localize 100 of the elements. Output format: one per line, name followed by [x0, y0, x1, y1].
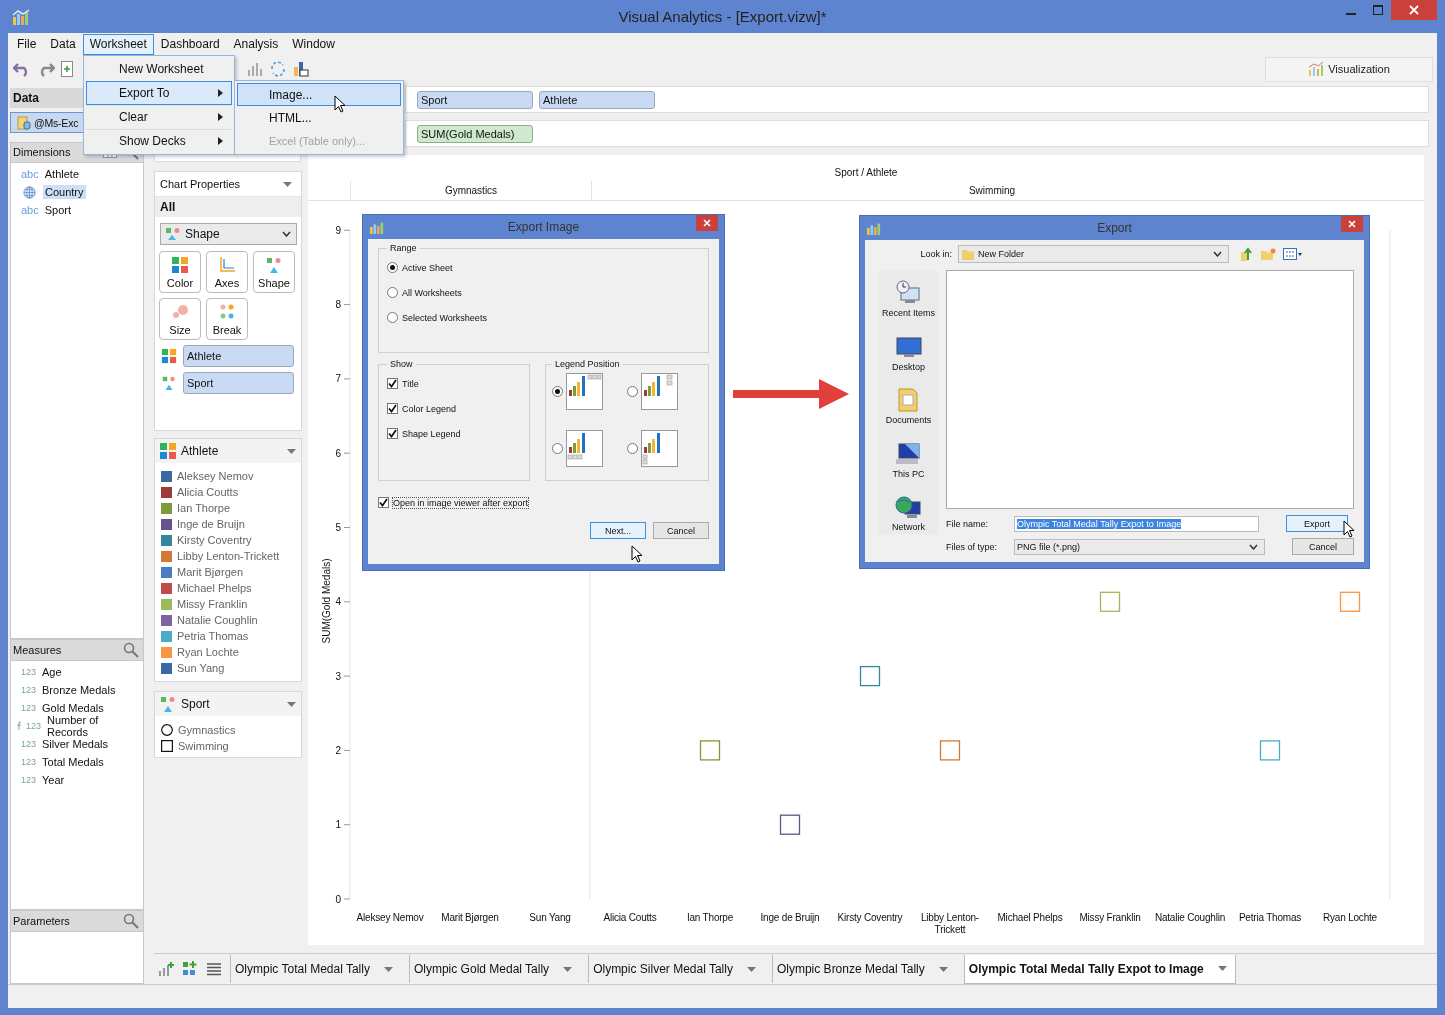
rows-shelf[interactable]: SUM(Gold Medals) — [405, 120, 1429, 147]
field-name[interactable]: Athlete — [42, 167, 81, 182]
radio-label: All Worksheets — [402, 287, 462, 298]
app-icon — [12, 8, 30, 25]
folder-dropdown[interactable]: New Folder — [958, 245, 1229, 263]
field-name[interactable]: Age — [40, 665, 64, 680]
pane-header: Swimming — [591, 181, 1392, 200]
chart-export-icon[interactable] — [293, 61, 309, 77]
legend-label: Missy Franklin — [177, 598, 248, 610]
shapes-icon — [265, 255, 283, 274]
file-type-dropdown[interactable]: PNG file (*.png) — [1014, 538, 1265, 555]
field-type-label: 123 — [21, 775, 37, 786]
new-folder-icon[interactable] — [1261, 247, 1277, 261]
menu-item[interactable]: Data — [43, 33, 83, 55]
field-name[interactable]: Number of Records — [44, 713, 143, 740]
menu-item[interactable]: Analysis — [226, 33, 286, 55]
y-tick — [343, 675, 351, 677]
checkbox[interactable] — [387, 378, 398, 389]
property-button[interactable]: Color — [159, 251, 201, 293]
menu-item[interactable]: Dashboard — [153, 33, 227, 55]
x-axis-label: Kirsty Coventry — [836, 911, 904, 925]
place-shortcut[interactable]: Desktop — [892, 333, 925, 374]
mouse-pointer-icon — [334, 95, 346, 113]
property-button[interactable]: Break — [206, 298, 248, 340]
close-button[interactable] — [1341, 216, 1363, 232]
field-name[interactable]: Bronze Medals — [40, 683, 118, 698]
list-icon[interactable] — [206, 962, 222, 976]
field-name[interactable]: Silver Medals — [40, 737, 111, 752]
menu-item[interactable]: File — [10, 33, 44, 55]
folder-up-icon[interactable] — [1241, 247, 1255, 261]
x-axis-label: Marit Bjørgen — [440, 911, 500, 925]
radio-button[interactable] — [387, 312, 398, 323]
mark-type-dropdown[interactable]: Shape — [160, 223, 297, 245]
field-pill[interactable]: Athlete — [539, 90, 655, 109]
dropdown-arrow-icon[interactable] — [287, 701, 296, 707]
checkbox[interactable] — [387, 428, 398, 439]
bar-chart-icon[interactable] — [247, 61, 263, 77]
field-name[interactable]: Sport — [42, 203, 74, 218]
place-shortcut[interactable]: Network — [892, 494, 925, 534]
dialog-button[interactable]: Next... — [590, 522, 646, 539]
search-icon[interactable] — [123, 912, 139, 929]
field-name[interactable]: Country — [43, 185, 86, 200]
menu-item[interactable]: Image... — [237, 83, 401, 106]
radio-button[interactable] — [627, 386, 638, 397]
menu-item[interactable]: Export To — [86, 81, 232, 105]
radio-button[interactable] — [387, 262, 398, 273]
color-grid-icon — [159, 442, 177, 460]
field-pill[interactable]: Sport — [417, 90, 533, 109]
add-sheet-icon[interactable] — [61, 61, 73, 77]
field-pill[interactable]: Athlete — [183, 345, 294, 367]
close-button[interactable] — [1391, 0, 1437, 20]
radio-button[interactable] — [552, 386, 563, 397]
columns-shelf[interactable]: Sport Athlete — [405, 86, 1429, 113]
legend-label: Ian Thorpe — [177, 502, 230, 514]
sheet-tab[interactable]: Olympic Bronze Medal Tally — [771, 955, 956, 983]
place-shortcut[interactable]: Recent Items — [882, 280, 935, 320]
color-grid-icon — [161, 348, 177, 364]
legend-layout-thumbnail — [566, 430, 603, 467]
menu-item[interactable]: Clear — [86, 105, 232, 129]
field-name[interactable]: Gold Medals — [40, 701, 106, 716]
add-dashboard-icon[interactable] — [182, 961, 198, 977]
sheet-tab[interactable]: Olympic Silver Medal Tally — [588, 955, 764, 983]
globe-icon — [894, 494, 923, 521]
dropdown-arrow-icon[interactable] — [283, 181, 292, 187]
field-name[interactable]: Total Medals — [40, 755, 106, 770]
field-name[interactable]: Year — [40, 773, 67, 788]
refresh-icon[interactable] — [269, 61, 287, 77]
dialog-button[interactable]: Cancel — [653, 522, 709, 539]
menu-item[interactable]: HTML... — [237, 106, 401, 129]
menu-item[interactable]: Show Decks — [86, 129, 232, 153]
sheet-tab[interactable]: Olympic Total Medal Tally — [230, 955, 401, 983]
sheet-tab[interactable]: Olympic Gold Medal Tally — [408, 955, 581, 983]
dialog-button[interactable]: Cancel — [1292, 538, 1354, 555]
radio-button[interactable] — [387, 287, 398, 298]
visualization-button[interactable]: Visualization — [1265, 56, 1433, 82]
x-axis-label: Ian Thorpe — [685, 911, 735, 925]
file-name-field[interactable]: Olympic Total Medal Tally Expot to Image — [1014, 515, 1259, 532]
property-button[interactable]: Axes — [206, 251, 248, 293]
sheet-tab[interactable]: Olympic Total Medal Tally Expot to Image — [963, 954, 1236, 984]
property-button[interactable]: Size — [159, 298, 201, 340]
field-pill[interactable]: SUM(Gold Medals) — [417, 124, 533, 143]
field-pill[interactable]: Sport — [183, 372, 294, 394]
scope-label: All — [155, 197, 301, 217]
dialog-button[interactable]: Export — [1286, 515, 1348, 532]
shapes-icon — [161, 375, 177, 391]
dropdown-arrow-icon[interactable] — [287, 448, 296, 454]
checkbox[interactable] — [378, 497, 389, 508]
radio-button[interactable] — [552, 443, 563, 454]
close-button[interactable] — [696, 215, 718, 231]
menu-item[interactable]: New Worksheet — [86, 57, 232, 81]
checkbox[interactable] — [387, 403, 398, 414]
radio-button[interactable] — [627, 443, 638, 454]
add-chart-icon[interactable] — [158, 961, 174, 977]
property-button[interactable]: Shape — [253, 251, 295, 293]
place-shortcut[interactable]: This PC — [892, 440, 925, 481]
view-grid-icon[interactable] — [1283, 248, 1303, 260]
menu-item[interactable]: Worksheet — [82, 33, 154, 55]
menu-item[interactable]: Window — [285, 33, 342, 55]
place-shortcut[interactable]: Documents — [885, 387, 932, 427]
search-icon[interactable] — [123, 642, 139, 659]
